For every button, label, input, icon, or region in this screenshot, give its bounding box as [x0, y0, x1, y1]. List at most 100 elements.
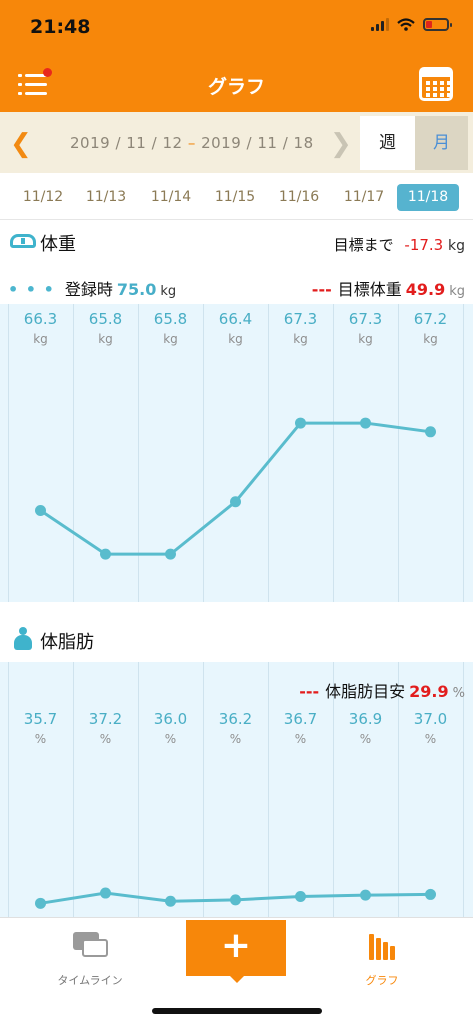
chat-bubble-front-icon	[82, 939, 108, 957]
data-point[interactable]	[165, 548, 176, 560]
data-point[interactable]	[35, 504, 46, 516]
unit-label: kg	[293, 332, 308, 346]
target-weight-label: 目標体重	[337, 280, 402, 299]
date-item[interactable]: 11/12	[12, 184, 74, 211]
tab-week[interactable]: 週	[360, 116, 415, 170]
data-point[interactable]	[100, 887, 111, 899]
home-indicator	[152, 1008, 322, 1014]
app-header: 21:48 グラフ	[0, 0, 473, 112]
unit-label: kg	[423, 332, 438, 346]
goal-remaining-unit: kg	[448, 238, 465, 254]
target-weight-value: 49.9	[405, 280, 446, 299]
series-line	[39, 421, 431, 556]
goal-remaining: 目標まで -17.3 kg	[334, 234, 465, 255]
dashed-line-icon: ---	[299, 682, 320, 701]
range-start: 2019 / 11 / 12	[70, 134, 183, 152]
unit-label: %	[34, 732, 47, 746]
data-point[interactable]	[35, 897, 46, 909]
calendar-icon	[426, 81, 451, 97]
value-label: 36.7	[283, 710, 318, 728]
calendar-button[interactable]	[419, 67, 453, 101]
goal-remaining-value: -17.3	[404, 236, 444, 254]
unit-label: kg	[98, 332, 113, 346]
unit-label: %	[359, 732, 372, 746]
chevron-right-icon[interactable]: ❯	[330, 129, 352, 159]
weight-chart[interactable]: 66.3 kg 65.8 kg 65.8 kg 66.4 kg 67.3 kg 67.3 kg 67.2…	[0, 304, 473, 602]
weight-legend: • • • 登録時 75.0 kg --- 目標体重 49.9 kg	[0, 266, 473, 304]
date-item[interactable]: 11/18	[397, 184, 459, 211]
value-label: 35.7	[23, 710, 58, 728]
registered-label: 登録時	[64, 280, 113, 299]
data-point[interactable]	[165, 895, 176, 907]
date-selector: 11/12 11/13 11/14 11/15 11/16 11/17 11/18	[0, 173, 473, 220]
signal-icon	[371, 18, 389, 31]
tab-month[interactable]: 月	[415, 116, 468, 170]
value-label: 67.2	[413, 310, 448, 328]
chevron-left-icon[interactable]: ❮	[10, 129, 32, 159]
data-point[interactable]	[295, 890, 306, 902]
data-point[interactable]	[360, 417, 371, 429]
data-point[interactable]	[425, 888, 436, 900]
value-label: 65.8	[153, 310, 188, 328]
range-end: 2019 / 11 / 18	[201, 134, 314, 152]
value-label: 37.2	[88, 710, 123, 728]
unit-label: %	[99, 732, 112, 746]
registered-value: 75.0	[116, 280, 157, 299]
range-separator: –	[187, 134, 196, 152]
value-label: 37.0	[413, 710, 448, 728]
goal-remaining-label: 目標まで	[333, 236, 394, 254]
body-fat-title: 体脂肪	[40, 632, 94, 653]
wifi-icon	[397, 18, 415, 31]
unit-label: kg	[358, 332, 373, 346]
body-fat-target-label: 体脂肪目安	[325, 682, 406, 701]
weight-title: 体重	[40, 234, 76, 255]
data-point[interactable]	[100, 548, 111, 560]
dashed-line-icon: ---	[311, 280, 332, 299]
scale-icon	[10, 234, 36, 248]
tab-graph-label: グラフ	[365, 974, 399, 987]
data-point[interactable]	[230, 894, 241, 906]
weight-plot	[8, 304, 464, 602]
unit-label: %	[164, 732, 177, 746]
date-item[interactable]: 11/13	[75, 184, 137, 211]
unit-label: kg	[228, 332, 243, 346]
unit-label: %	[229, 732, 242, 746]
value-label: 65.8	[88, 310, 123, 328]
date-item[interactable]: 11/14	[140, 184, 202, 211]
body-fat-section-header: 体脂肪	[0, 620, 473, 660]
body-fat-target-unit: %	[452, 686, 465, 701]
battery-icon	[423, 18, 452, 31]
unit-label: kg	[33, 332, 48, 346]
unit-label: %	[424, 732, 437, 746]
date-item[interactable]: 11/17	[333, 184, 395, 211]
value-label: 66.4	[218, 310, 253, 328]
registered-unit: kg	[160, 284, 177, 299]
value-label: 36.0	[153, 710, 188, 728]
unit-label: %	[294, 732, 307, 746]
body-fat-target: --- 体脂肪目安 29.9 %	[299, 678, 465, 702]
unit-label: kg	[163, 332, 178, 346]
body-fat-legend: --- 体脂肪目安 29.9 %	[0, 668, 473, 706]
value-label: 36.2	[218, 710, 253, 728]
registered-weight: • • • 登録時 75.0 kg	[8, 276, 176, 300]
body-fat-target-value: 29.9	[409, 682, 449, 701]
data-point[interactable]	[425, 426, 436, 438]
date-range-label: 2019 / 11 / 12 – 2019 / 11 / 18	[70, 134, 314, 152]
data-point[interactable]	[295, 417, 306, 429]
bar-chart-icon	[367, 932, 397, 960]
data-point[interactable]	[360, 889, 371, 901]
status-icons	[371, 18, 452, 31]
add-record-button[interactable]: +	[186, 920, 286, 983]
tab-timeline-label: タイムライン	[57, 974, 123, 987]
data-point[interactable]	[230, 496, 241, 508]
target-weight-unit: kg	[449, 284, 465, 299]
page-title: グラフ	[207, 76, 265, 98]
body-icon	[12, 627, 34, 651]
date-item[interactable]: 11/16	[268, 184, 330, 211]
value-label: 36.9	[348, 710, 383, 728]
status-time: 21:48	[30, 16, 91, 38]
target-weight: --- 目標体重 49.9 kg	[312, 276, 465, 300]
value-label: 66.3	[23, 310, 58, 328]
date-item[interactable]: 11/15	[204, 184, 266, 211]
value-label: 67.3	[348, 310, 383, 328]
